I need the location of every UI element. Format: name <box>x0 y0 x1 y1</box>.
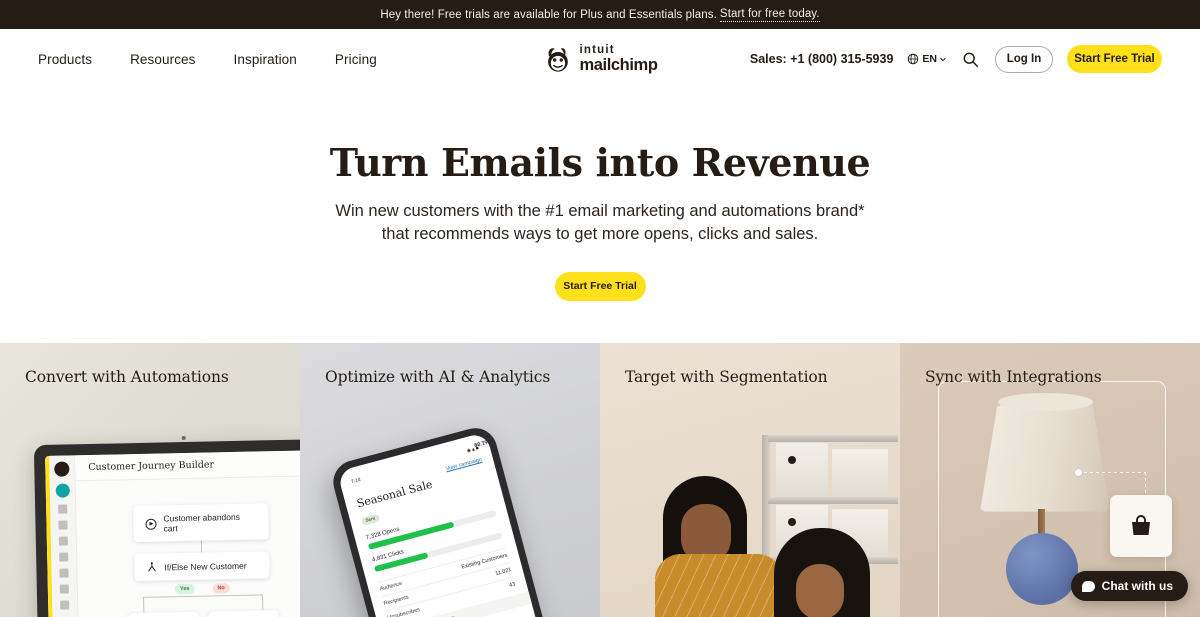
header-actions: Sales: +1 (800) 315-5939 EN Log In Start… <box>750 45 1162 73</box>
row-key: Audience <box>379 580 403 593</box>
storage-box <box>776 442 828 497</box>
primary-nav: Products Resources Inspiration Pricing <box>38 52 377 67</box>
nav-item-pricing[interactable]: Pricing <box>335 52 377 67</box>
sidebar-automations-icon <box>58 520 68 530</box>
person-background <box>770 527 880 617</box>
play-circle-icon <box>145 517 157 529</box>
sidebar-campaigns-icon <box>58 504 68 514</box>
person-foreground <box>655 475 783 617</box>
branch-icon <box>146 561 157 572</box>
site-header: Products Resources Inspiration Pricing i… <box>0 29 1200 89</box>
row-value: 11,021 <box>494 566 513 577</box>
branch-right-line <box>261 594 263 611</box>
search-glyph <box>963 52 979 67</box>
nav-item-products[interactable]: Products <box>38 52 92 67</box>
branch-no-pill: No <box>212 582 230 594</box>
tablet-mockup: Customer Journey Builder Customer abando… <box>33 435 300 617</box>
tablet-camera-dot <box>181 435 186 440</box>
row-key: Unsubscribes <box>386 606 421 617</box>
feature-cards: Convert with Automations Customer Journe… <box>0 342 1200 617</box>
lamp-shade-top <box>998 392 1093 411</box>
card-title-automations: Convert with Automations <box>25 367 229 386</box>
chat-bubble-icon <box>1081 580 1095 592</box>
journey-canvas: Customer abandons cart If/Else New Custo… <box>76 476 300 617</box>
logo-wordmark: intuit mailchimp <box>579 43 658 74</box>
card-title-integrations: Sync with Integrations <box>925 367 1102 386</box>
globe-icon <box>908 53 919 65</box>
sidebar-integrations-icon <box>59 584 69 594</box>
lamp-shade <box>980 399 1110 512</box>
chevron-down-icon <box>940 57 946 61</box>
mailchimp-freddie-icon <box>548 48 568 72</box>
shelf-plank <box>768 496 898 504</box>
hero-section: Turn Emails into Revenue Win new custome… <box>0 89 1200 343</box>
language-picker[interactable]: EN <box>907 53 946 65</box>
campaign-status-badge: Sent <box>360 512 380 525</box>
journey-connector <box>200 540 203 553</box>
phone-mockup: 7:14 ◉▲■ View campaign Seasonal Sale Sen… <box>328 422 552 617</box>
logo-mailchimp-text: mailchimp <box>579 56 658 74</box>
feature-card-automations[interactable]: Convert with Automations Customer Journe… <box>0 342 300 617</box>
sidebar-audience-icon <box>58 536 68 546</box>
page-root: Hey there! Free trials are available for… <box>0 0 1200 617</box>
search-icon[interactable] <box>960 49 981 70</box>
nav-item-inspiration[interactable]: Inspiration <box>234 52 297 67</box>
branch-left-line <box>142 596 144 613</box>
storage-box <box>832 448 888 497</box>
journey-branch-label: If/Else New Customer <box>164 559 247 572</box>
row-value: 43 <box>508 581 517 589</box>
language-code: EN <box>922 53 937 65</box>
promo-banner-link[interactable]: Start for free today. <box>719 8 820 22</box>
journey-trigger-node[interactable]: Customer abandons cart <box>133 502 269 542</box>
sales-phone[interactable]: Sales: +1 (800) 315-5939 <box>750 52 894 66</box>
shopping-bag-icon <box>1132 514 1150 535</box>
journey-trigger-label: Customer abandons cart <box>163 511 241 534</box>
lamp-base <box>1006 532 1078 605</box>
chat-widget-label: Chat with us <box>1101 579 1173 593</box>
mailchimp-logo[interactable]: intuit mailchimp <box>542 43 658 74</box>
phone-screen: 7:14 ◉▲■ View campaign Seasonal Sale Sen… <box>337 431 543 617</box>
promo-banner: Hey there! Free trials are available for… <box>0 0 1200 29</box>
sidebar-analytics-icon <box>59 568 69 578</box>
product-tag-line-vertical <box>1145 471 1146 498</box>
start-free-trial-hero-button[interactable]: Start Free Trial <box>554 271 646 301</box>
journey-branch-node[interactable]: If/Else New Customer <box>134 550 270 581</box>
sidebar-active-item-icon <box>55 483 70 498</box>
product-tag-dot <box>1075 468 1082 476</box>
card-title-segmentation: Target with Segmentation <box>625 367 828 386</box>
journey-app-sidebar <box>45 454 80 617</box>
phone-status-time: 7:14 <box>350 476 362 485</box>
promo-banner-text: Hey there! Free trials are available for… <box>380 8 717 21</box>
branch-yes-pill: Yes <box>174 583 195 594</box>
hero-subtitle: Win new customers with the #1 email mark… <box>335 201 865 244</box>
sidebar-mailchimp-icon <box>54 461 70 477</box>
person-face <box>796 563 844 617</box>
hero-title: Turn Emails into Revenue <box>329 140 871 185</box>
nav-item-resources[interactable]: Resources <box>130 52 195 67</box>
logo-intuit-text: intuit <box>579 43 615 56</box>
branch-horizontal-line <box>142 594 263 598</box>
tablet-screen: Customer Journey Builder Customer abando… <box>45 449 300 617</box>
product-tag-line-horizontal <box>1084 471 1146 473</box>
sidebar-search-icon <box>60 600 70 610</box>
feature-card-segmentation[interactable]: Target with Segmentation <box>600 342 900 617</box>
journey-branch-lines <box>127 594 279 613</box>
person-shirt <box>655 553 783 617</box>
login-button[interactable]: Log In <box>995 45 1053 73</box>
chat-with-us-button[interactable]: Chat with us <box>1070 571 1188 601</box>
journey-app-main: Customer Journey Builder Customer abando… <box>75 449 300 617</box>
journey-builder-title: Customer Journey Builder <box>75 449 300 481</box>
shelf-plank <box>768 434 898 442</box>
feature-card-analytics[interactable]: Optimize with AI & Analytics 7:14 ◉▲■ Vi… <box>300 342 600 617</box>
metric-clicks-percent: 42.1% <box>473 438 491 449</box>
start-free-trial-nav-button[interactable]: Start Free Trial <box>1067 45 1162 73</box>
product-tag-card[interactable] <box>1110 494 1172 557</box>
sidebar-content-icon <box>59 552 69 562</box>
card-title-analytics: Optimize with AI & Analytics <box>325 367 551 386</box>
